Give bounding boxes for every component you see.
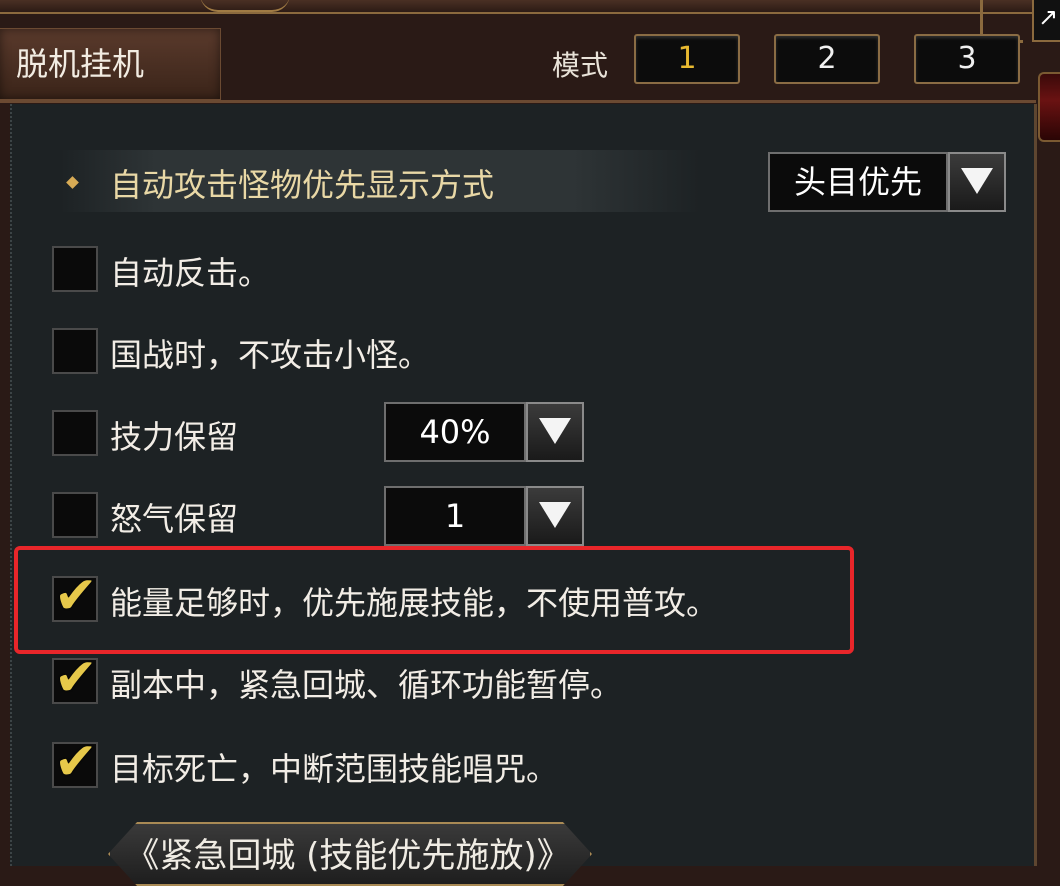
checkbox-reserve-skill-power[interactable]: [52, 410, 98, 456]
checkbox-interrupt-aoe[interactable]: ✔: [52, 734, 98, 790]
option-label-auto-counter: 自动反击。: [110, 254, 271, 292]
checkbox-reserve-rage[interactable]: [52, 492, 98, 538]
side-tab[interactable]: [1038, 72, 1060, 142]
emergency-return-label: 《紧急回城 (技能优先施放)》: [125, 836, 571, 876]
mode-button-2[interactable]: 2: [774, 34, 880, 84]
checkbox-no-attack-minions[interactable]: [52, 328, 98, 374]
header-divider: [0, 100, 1036, 103]
triangle-down-icon: [539, 502, 571, 528]
top-ornament: [200, 0, 290, 12]
check-icon: ✔: [54, 732, 98, 792]
checkbox-skill-priority[interactable]: ✔: [52, 568, 98, 624]
rage-dropdown-button[interactable]: [526, 486, 584, 546]
mode-button-3[interactable]: 3: [914, 34, 1020, 84]
skill-power-dropdown-button[interactable]: [526, 402, 584, 462]
triangle-down-icon: [539, 418, 571, 444]
checkbox-dungeon-pause[interactable]: ✔: [52, 650, 98, 706]
skill-power-dropdown[interactable]: 40%: [384, 402, 526, 462]
option-label-reserve-rage: 怒气保留: [110, 500, 239, 538]
priority-dropdown[interactable]: 头目优先: [768, 152, 948, 212]
option-label-interrupt-aoe: 目标死亡，中断范围技能唱咒。: [110, 750, 559, 788]
mode-button-1[interactable]: 1: [634, 34, 740, 84]
priority-dropdown-button[interactable]: [948, 152, 1006, 212]
option-label-skill-priority: 能量足够时，优先施展技能，不使用普攻。: [110, 584, 719, 622]
check-icon: ✔: [54, 648, 98, 708]
window-top-border: [0, 0, 1060, 14]
option-label-reserve-skill-power: 技力保留: [110, 418, 239, 456]
option-label-no-attack-minions: 国战时，不攻击小怪。: [110, 336, 431, 374]
tab-offline-afk[interactable]: 脱机挂机: [0, 28, 221, 100]
checkbox-auto-counter[interactable]: [52, 246, 98, 292]
section-title: 自动攻击怪物优先显示方式: [110, 166, 495, 204]
check-icon: ✔: [54, 566, 98, 626]
close-icon[interactable]: ↗: [1032, 0, 1060, 42]
mode-label: 模式: [552, 49, 609, 82]
option-label-dungeon-pause: 副本中，紧急回城、循环功能暂停。: [110, 666, 623, 704]
triangle-down-icon: [961, 168, 993, 194]
rage-dropdown[interactable]: 1: [384, 486, 526, 546]
